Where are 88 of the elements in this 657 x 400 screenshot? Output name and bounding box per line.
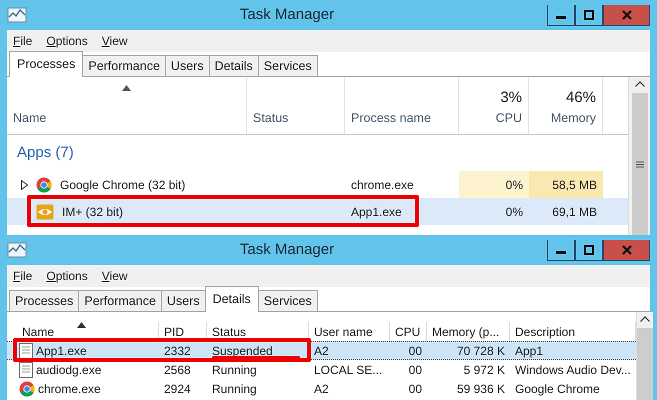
column-summary: 46% — [566, 88, 596, 108]
close-icon — [622, 10, 632, 20]
column-header[interactable]: Status — [253, 109, 338, 128]
column-header[interactable]: PID — [164, 322, 184, 340]
process-row[interactable]: App1.exe 2332 Suspended A2 00 70 728 K App1 — [7, 341, 636, 360]
tab[interactable]: Details — [208, 55, 259, 76]
table-cell-text: Running — [211, 362, 258, 378]
tab[interactable]: Services — [258, 55, 318, 76]
table-cell-text: 00 — [408, 362, 423, 378]
chart-window-icon — [7, 241, 27, 259]
table-cell-text: 5 972 K — [462, 362, 506, 378]
table-cell: 0% — [459, 171, 529, 198]
menu-item[interactable]: View — [102, 32, 128, 50]
tab[interactable]: Details — [204, 286, 259, 312]
tab[interactable]: Processes — [9, 51, 84, 77]
table-cell-text: audiodg.exe — [36, 362, 102, 378]
table-cell-text: 59 936 K — [456, 380, 506, 398]
table-cell-text: Suspended — [211, 343, 274, 360]
table-cell-text: 2332 — [163, 343, 192, 360]
table-cell-text: Google Chrome — [514, 380, 601, 398]
table-cell-text: chrome.exe — [350, 176, 415, 194]
table-cell-text: 00 — [408, 380, 423, 398]
document-icon — [19, 362, 33, 378]
window-title: Task Manager — [238, 240, 336, 260]
table-cell-text: 00 — [408, 343, 423, 360]
tab[interactable]: Users — [164, 55, 210, 76]
document-icon — [19, 343, 33, 359]
table-cell-text: A2 — [313, 380, 330, 398]
table-cell-text: LOCAL SE... — [313, 362, 384, 378]
scrollbar[interactable] — [628, 77, 650, 235]
circle-logo-icon — [36, 176, 52, 192]
maximize-button[interactable] — [575, 240, 603, 260]
column-header[interactable]: Name — [13, 109, 240, 128]
group-heading: Apps (7) — [16, 142, 75, 163]
window-title: Task Manager — [238, 4, 336, 25]
column-header[interactable]: Description — [515, 322, 576, 340]
maximize-icon — [584, 10, 594, 20]
menu-item[interactable]: File — [13, 32, 32, 50]
column-header[interactable]: Status — [212, 322, 246, 340]
tab[interactable]: Performance — [82, 55, 166, 76]
table-cell-text: Google Chrome (32 bit) — [60, 176, 186, 194]
tab[interactable]: Services — [258, 290, 318, 311]
table-cell-text: chrome.exe — [38, 380, 101, 398]
minimize-icon — [556, 251, 566, 254]
menu-item[interactable]: View — [102, 267, 128, 285]
eye-icon — [36, 204, 54, 220]
column-summary: 3% — [500, 88, 522, 108]
process-row[interactable]: IM+ (32 bit) App1.exe 0% 69,1 MB — [7, 198, 628, 225]
column-header[interactable]: User name — [314, 322, 373, 340]
table-cell-text: A2 — [313, 343, 330, 360]
table-cell-text: IM+ (32 bit) — [62, 204, 124, 220]
minimize-button[interactable] — [547, 240, 575, 260]
close-button[interactable] — [603, 240, 650, 260]
column-header[interactable]: CPU — [496, 109, 522, 128]
table-cell-text: 70 728 K — [456, 343, 506, 360]
column-header[interactable]: Process name — [351, 109, 452, 128]
minimize-icon — [556, 16, 566, 19]
table-cell-text: App1.exe — [36, 343, 87, 360]
close-icon — [622, 244, 632, 254]
table-cell-text: Running — [211, 380, 258, 398]
tab[interactable]: Processes — [9, 290, 80, 311]
tab[interactable]: Performance — [78, 290, 162, 311]
table-cell-text: 0% — [504, 204, 524, 220]
table-cell-text: Windows Audio Dev... — [514, 362, 632, 378]
column-header[interactable]: CPU — [395, 322, 420, 340]
column-header[interactable]: Name — [22, 322, 54, 340]
scrollbar-thumb[interactable] — [632, 93, 648, 235]
chart-window-icon — [7, 6, 27, 24]
column-header[interactable]: Memory (p... — [432, 322, 500, 340]
table-cell: 58,5 MB — [529, 171, 603, 198]
table-cell-text: App1 — [514, 343, 544, 360]
scrollbar-thumb[interactable] — [636, 328, 653, 400]
circle-logo-icon — [19, 380, 35, 396]
tab[interactable]: Users — [160, 290, 206, 311]
maximize-icon — [584, 244, 594, 254]
close-button[interactable] — [603, 4, 650, 26]
menu-item[interactable]: Options — [46, 32, 88, 50]
table-cell-text: App1.exe — [350, 204, 403, 220]
grip-icon — [636, 160, 644, 168]
column-header[interactable]: Memory — [550, 109, 596, 128]
menu-item[interactable]: Options — [46, 267, 88, 285]
menu-item[interactable]: File — [13, 267, 32, 285]
scrollbar[interactable] — [636, 312, 653, 400]
maximize-button[interactable] — [575, 4, 603, 26]
table-cell-text: 2924 — [163, 380, 192, 398]
minimize-button[interactable] — [547, 4, 575, 26]
table-cell-text: 2568 — [163, 362, 192, 378]
table-cell-text: 69,1 MB — [551, 204, 598, 220]
